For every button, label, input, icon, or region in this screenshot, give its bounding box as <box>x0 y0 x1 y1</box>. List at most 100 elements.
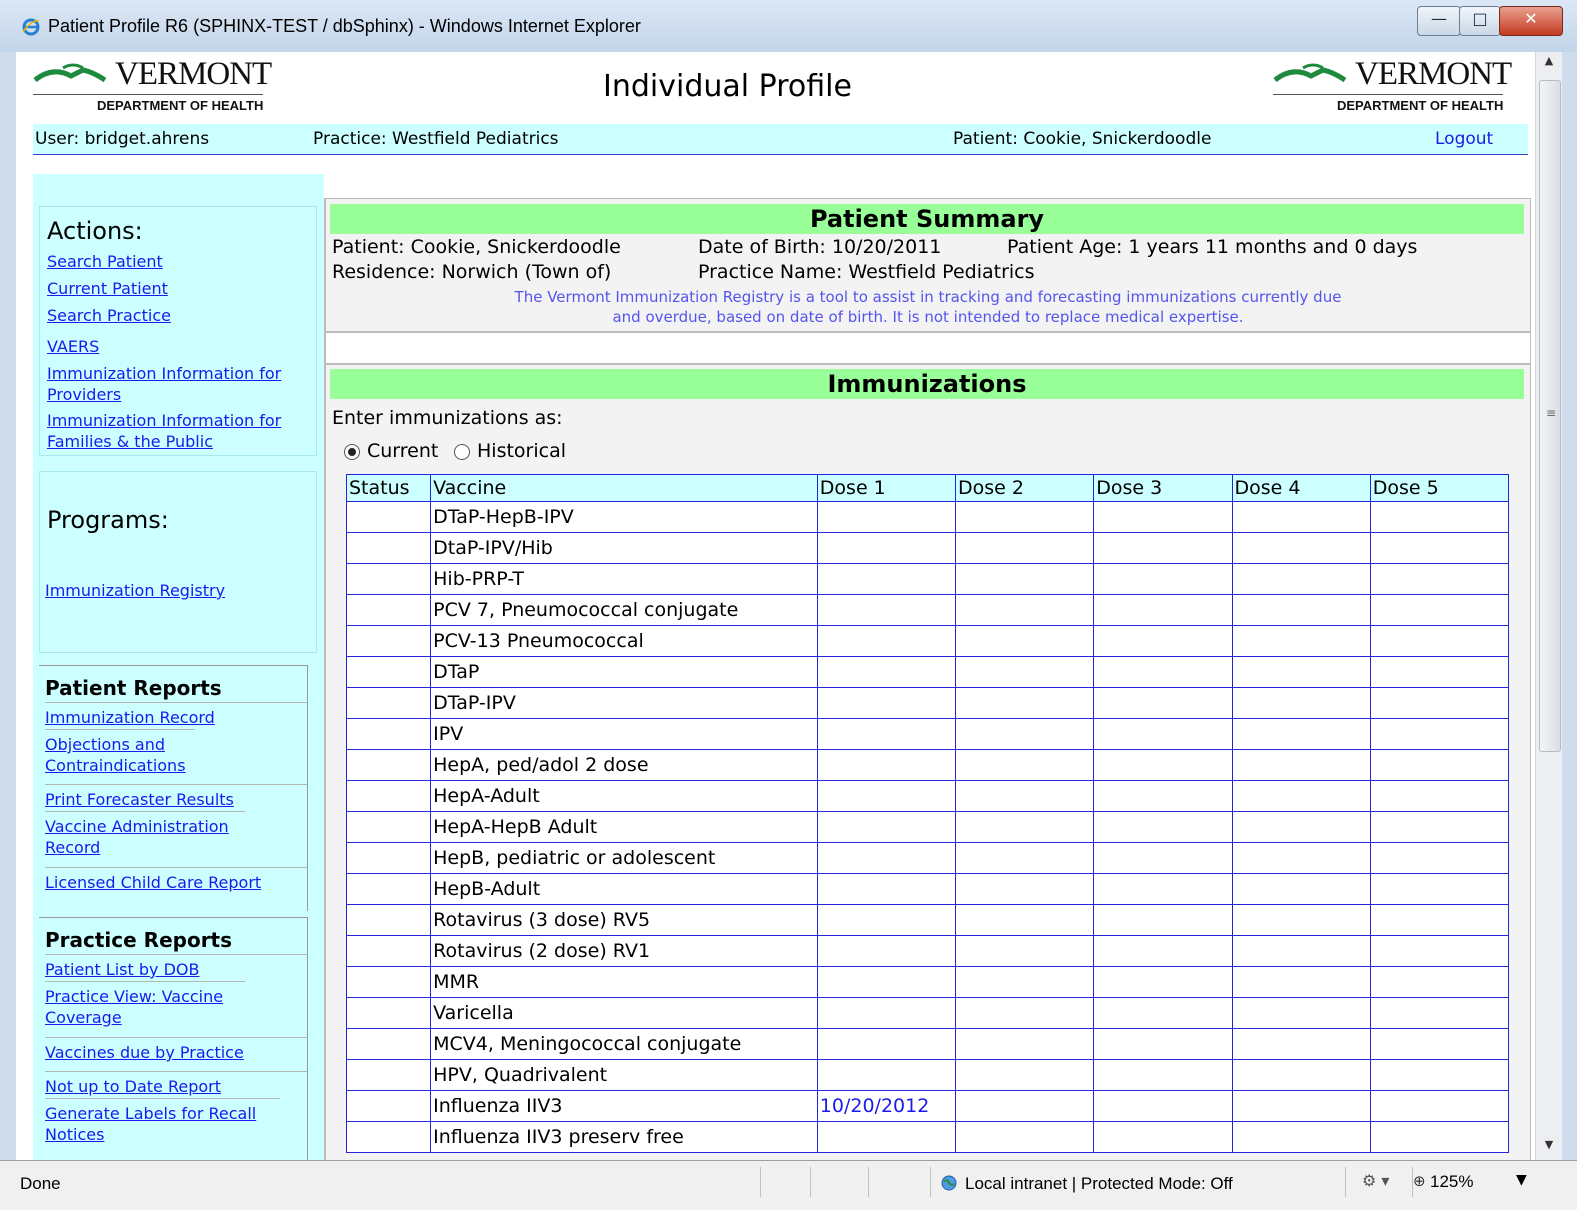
dose-1-cell[interactable]: 10/20/2012 <box>816 1090 957 1122</box>
dose-5-cell[interactable] <box>1369 1121 1510 1153</box>
dose-2-cell[interactable] <box>955 687 1095 719</box>
dose-4-cell[interactable] <box>1231 780 1371 812</box>
dose-2-cell[interactable] <box>955 780 1095 812</box>
dose-2-cell[interactable] <box>955 532 1095 564</box>
dose-3-cell[interactable] <box>1093 1028 1233 1060</box>
dose-4-cell[interactable] <box>1231 687 1371 719</box>
dose-3-cell[interactable] <box>1093 935 1233 967</box>
dose-5-cell[interactable] <box>1369 966 1510 998</box>
dose-3-cell[interactable] <box>1093 749 1233 781</box>
vaccine-administration-record-link[interactable]: Vaccine Administration Record <box>45 811 245 858</box>
dose-1-cell[interactable] <box>816 811 957 843</box>
dose-3-cell[interactable] <box>1093 687 1233 719</box>
dose-2-cell[interactable] <box>955 563 1095 595</box>
practice-view-vaccine-coverage-link[interactable]: Practice View: Vaccine Coverage <box>45 981 245 1028</box>
dose-4-cell[interactable] <box>1231 501 1371 533</box>
dose-3-cell[interactable] <box>1093 501 1233 533</box>
dose-5-cell[interactable] <box>1369 625 1510 657</box>
dose-3-cell[interactable] <box>1093 625 1233 657</box>
dose-1-cell[interactable] <box>816 904 957 936</box>
dose-4-cell[interactable] <box>1231 656 1371 688</box>
dose-5-cell[interactable] <box>1369 532 1510 564</box>
dose-2-cell[interactable] <box>955 1059 1095 1091</box>
dose-3-cell[interactable] <box>1093 966 1233 998</box>
immunization-info-providers-link[interactable]: Immunization Information for Providers <box>47 363 307 405</box>
dose-1-cell[interactable] <box>816 532 957 564</box>
dose-5-cell[interactable] <box>1369 1028 1510 1060</box>
dose-2-cell[interactable] <box>955 997 1095 1029</box>
dose-4-cell[interactable] <box>1231 873 1371 905</box>
current-patient-link[interactable]: Current Patient <box>47 278 168 299</box>
dose-4-cell[interactable] <box>1231 904 1371 936</box>
dose-1-cell[interactable] <box>816 625 957 657</box>
dose-5-cell[interactable] <box>1369 811 1510 843</box>
dose-3-cell[interactable] <box>1093 656 1233 688</box>
dose-3-cell[interactable] <box>1093 532 1233 564</box>
dose-3-cell[interactable] <box>1093 997 1233 1029</box>
vertical-scrollbar[interactable]: ▲ ≡ ▼ <box>1535 52 1562 1160</box>
zoom-level[interactable]: 125% <box>1430 1172 1473 1192</box>
dose-5-cell[interactable] <box>1369 935 1510 967</box>
dose-2-cell[interactable] <box>955 594 1095 626</box>
dose-4-cell[interactable] <box>1231 1090 1371 1122</box>
dose-1-cell[interactable] <box>816 501 957 533</box>
dose-5-cell[interactable] <box>1369 780 1510 812</box>
dose-5-cell[interactable] <box>1369 1059 1510 1091</box>
dose-1-cell[interactable] <box>816 1059 957 1091</box>
search-practice-link[interactable]: Search Practice <box>47 305 171 326</box>
zoom-dropdown-icon[interactable]: ▼ <box>1516 1172 1527 1188</box>
dose-1-cell[interactable] <box>816 1121 957 1153</box>
dose-5-cell[interactable] <box>1369 749 1510 781</box>
dose-4-cell[interactable] <box>1231 811 1371 843</box>
dose-1-cell[interactable] <box>816 718 957 750</box>
dose-2-cell[interactable] <box>955 904 1095 936</box>
dose-4-cell[interactable] <box>1231 563 1371 595</box>
dose-1-cell[interactable] <box>816 997 957 1029</box>
dose-1-cell[interactable] <box>816 873 957 905</box>
dose-2-cell[interactable] <box>955 842 1095 874</box>
dose-2-cell[interactable] <box>955 718 1095 750</box>
dose-2-cell[interactable] <box>955 966 1095 998</box>
dose-3-cell[interactable] <box>1093 904 1233 936</box>
not-up-to-date-report-link[interactable]: Not up to Date Report <box>45 1071 307 1097</box>
dose-3-cell[interactable] <box>1093 780 1233 812</box>
dose-5-cell[interactable] <box>1369 656 1510 688</box>
dose-3-cell[interactable] <box>1093 842 1233 874</box>
dose-3-cell[interactable] <box>1093 873 1233 905</box>
dose-5-cell[interactable] <box>1369 1090 1510 1122</box>
dose-4-cell[interactable] <box>1231 966 1371 998</box>
dose-5-cell[interactable] <box>1369 594 1510 626</box>
patient-list-by-dob-link[interactable]: Patient List by DOB <box>45 954 307 980</box>
scroll-down-icon[interactable]: ▼ <box>1536 1138 1562 1158</box>
dose-2-cell[interactable] <box>955 749 1095 781</box>
dose-1-cell[interactable] <box>816 935 957 967</box>
dose-4-cell[interactable] <box>1231 532 1371 564</box>
scroll-up-icon[interactable]: ▲ <box>1536 54 1562 74</box>
minimize-button[interactable]: — <box>1417 6 1461 36</box>
dose-4-cell[interactable] <box>1231 749 1371 781</box>
dose-3-cell[interactable] <box>1093 1121 1233 1153</box>
dose-4-cell[interactable] <box>1231 718 1371 750</box>
dose-2-cell[interactable] <box>955 1028 1095 1060</box>
dose-4-cell[interactable] <box>1231 997 1371 1029</box>
protected-mode-icon[interactable]: ⚙ ▾ <box>1362 1171 1389 1190</box>
close-button[interactable]: ✕ <box>1499 6 1563 36</box>
dose-3-cell[interactable] <box>1093 1090 1233 1122</box>
dose-5-cell[interactable] <box>1369 904 1510 936</box>
dose-2-cell[interactable] <box>955 873 1095 905</box>
search-patient-link[interactable]: Search Patient <box>47 251 163 272</box>
logout-link[interactable]: Logout <box>1435 129 1493 149</box>
dose-3-cell[interactable] <box>1093 563 1233 595</box>
dose-1-cell[interactable] <box>816 563 957 595</box>
dose-4-cell[interactable] <box>1231 625 1371 657</box>
current-radio[interactable] <box>344 444 360 460</box>
dose-1-cell[interactable] <box>816 594 957 626</box>
immunization-info-families-link[interactable]: Immunization Information for Families & … <box>47 410 307 452</box>
dose-5-cell[interactable] <box>1369 873 1510 905</box>
dose-4-cell[interactable] <box>1231 842 1371 874</box>
dose-4-cell[interactable] <box>1231 1121 1371 1153</box>
dose-4-cell[interactable] <box>1231 594 1371 626</box>
dose-2-cell[interactable] <box>955 935 1095 967</box>
dose-2-cell[interactable] <box>955 501 1095 533</box>
dose-5-cell[interactable] <box>1369 687 1510 719</box>
